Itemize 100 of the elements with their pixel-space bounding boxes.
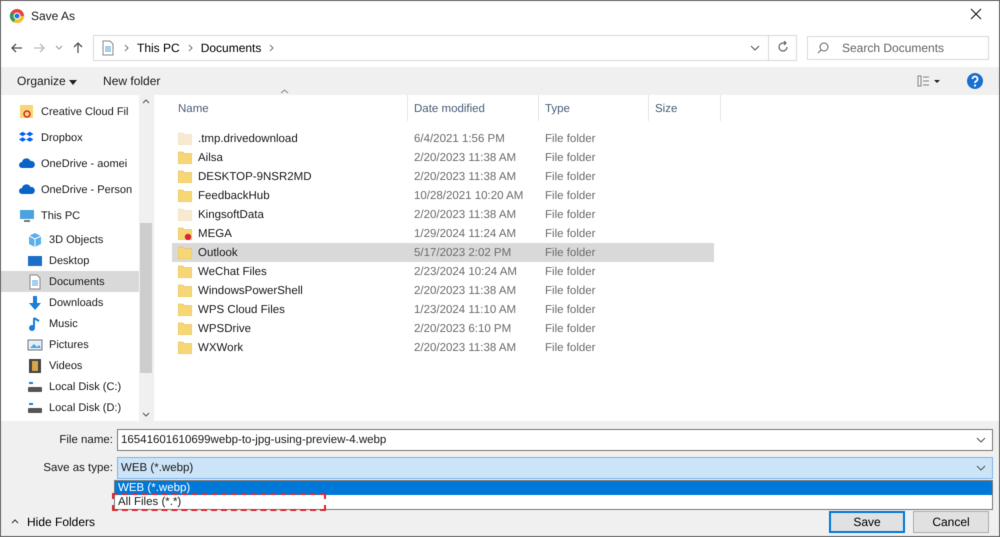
- chevron-right-icon: [124, 44, 129, 52]
- picture-icon: [27, 336, 43, 352]
- folder-icon: [178, 227, 192, 240]
- sidebar-item[interactable]: OneDrive - aomei: [1, 151, 139, 177]
- column-header[interactable]: Name: [172, 95, 408, 121]
- search-field[interactable]: Search Documents: [807, 36, 989, 60]
- file-name-label: File name:: [58, 434, 114, 446]
- address-bar[interactable]: This PC Documents: [93, 35, 797, 61]
- computer-icon: [19, 208, 35, 224]
- sort-up-icon: [280, 89, 289, 94]
- organize-menu[interactable]: Organize: [17, 74, 78, 88]
- file-row[interactable]: MEGA 1/29/2024 11:24 AM File folder: [172, 224, 714, 243]
- file-name: WeChat Files: [198, 266, 267, 278]
- new-folder-button[interactable]: New folder: [103, 74, 160, 88]
- save-type-dropdown[interactable]: WEB (*.webp): [117, 457, 993, 479]
- breadcrumb[interactable]: This PC: [137, 41, 180, 55]
- film-icon: [27, 358, 43, 374]
- cancel-button[interactable]: Cancel: [913, 511, 989, 533]
- file-name-field[interactable]: 16541601610699webp-to-jpg-using-preview-4.webp: [117, 429, 993, 451]
- folder-icon: [178, 132, 192, 145]
- file-row[interactable]: WPSDrive 2/20/2023 6:10 PM File folder: [172, 319, 714, 338]
- file-row[interactable]: DESKTOP-9NSR2MD 2/20/2023 11:38 AM File folder: [172, 167, 714, 186]
- date-cell-text: 2/20/2023 11:38 AM: [413, 342, 518, 354]
- type-cell-text: File folder: [544, 322, 596, 334]
- type-cell-text: File folder: [544, 284, 596, 296]
- file-name: MEGA: [198, 228, 232, 240]
- file-row[interactable]: WXWork 2/20/2023 11:38 AM File folder: [172, 338, 714, 357]
- dropdown-option[interactable]: WEB (*.webp): [115, 481, 992, 495]
- type-cell-text: File folder: [544, 304, 596, 316]
- file-row[interactable]: FeedbackHub 10/28/2021 10:20 AM File folder: [172, 186, 714, 205]
- sidebar-item[interactable]: Music: [1, 313, 139, 334]
- dropdown-option[interactable]: All Files (*.*): [115, 495, 992, 509]
- chevron-down-icon[interactable]: [750, 45, 760, 51]
- scroll-up-icon[interactable]: [142, 99, 150, 104]
- date-cell-text: 1/29/2024 11:24 AM: [413, 228, 518, 240]
- sidebar-item[interactable]: Documents: [1, 271, 139, 292]
- save-type-label: Save as type:: [42, 462, 114, 474]
- file-name: FeedbackHub: [198, 190, 270, 202]
- up-arrow-icon[interactable]: [73, 42, 83, 54]
- chevron-down-icon[interactable]: [976, 437, 986, 443]
- sidebar-item[interactable]: Downloads: [1, 292, 139, 313]
- refresh-icon: [776, 41, 788, 53]
- back-arrow-icon[interactable]: [11, 43, 23, 53]
- column-header[interactable]: Date modified: [408, 95, 539, 121]
- sidebar-item[interactable]: 3D Objects: [1, 229, 139, 250]
- file-name: WindowsPowerShell: [198, 284, 303, 296]
- date-cell-text: 1/23/2024 11:10 AM: [413, 304, 518, 316]
- cube-icon: [27, 232, 43, 248]
- type-cell-text: File folder: [544, 152, 596, 164]
- help-icon[interactable]: [967, 73, 983, 89]
- type-cell-text: File folder: [544, 132, 596, 144]
- folder-icon: [178, 246, 192, 259]
- folder-icon: [178, 189, 192, 202]
- sidebar-item[interactable]: Dropbox: [1, 125, 139, 151]
- file-name: DESKTOP-9NSR2MD: [198, 170, 312, 182]
- browser-logo-icon: [9, 8, 25, 24]
- file-row[interactable]: Outlook 5/17/2023 2:02 PM File folder: [172, 243, 714, 262]
- window-title: Save As: [31, 9, 76, 23]
- date-cell-text: 6/4/2021 1:56 PM: [413, 132, 506, 144]
- file-row[interactable]: WPS Cloud Files 1/23/2024 11:10 AM File folder: [172, 300, 714, 319]
- column-header[interactable]: Type: [539, 95, 649, 121]
- breadcrumb[interactable]: Documents: [200, 41, 262, 55]
- file-row[interactable]: KingsoftData 2/20/2023 11:38 AM File folder: [172, 205, 714, 224]
- file-row[interactable]: WindowsPowerShell 2/20/2023 11:38 AM File folder: [172, 281, 714, 300]
- save-button[interactable]: Save: [829, 511, 905, 533]
- type-cell-text: File folder: [544, 246, 596, 258]
- date-cell-text: 2/20/2023 6:10 PM: [413, 322, 512, 334]
- file-name: WPSDrive: [198, 322, 252, 334]
- file-row[interactable]: Ailsa 2/20/2023 11:38 AM File folder: [172, 148, 714, 167]
- file-row[interactable]: WeChat Files 2/23/2024 10:24 AM File folder: [172, 262, 714, 281]
- chevron-down-icon[interactable]: [976, 465, 986, 471]
- sidebar-item[interactable]: Desktop: [1, 250, 139, 271]
- sidebar-item[interactable]: Pictures: [1, 334, 139, 355]
- chevron-right-icon: [188, 44, 193, 52]
- sidebar-item[interactable]: Local Disk (D:): [1, 397, 139, 418]
- caret-icon: [69, 80, 78, 85]
- cloud-files-icon: [19, 104, 35, 120]
- type-cell-text: File folder: [544, 266, 596, 278]
- scroll-down-icon[interactable]: [142, 412, 150, 417]
- folder-icon: [178, 265, 192, 278]
- sidebar-item[interactable]: This PC: [1, 203, 139, 229]
- type-cell-text: File folder: [544, 342, 596, 354]
- date-cell-text: 2/20/2023 11:38 AM: [413, 284, 518, 296]
- file-name: WPS Cloud Files: [198, 304, 285, 316]
- sidebar-item[interactable]: OneDrive - Person: [1, 177, 139, 203]
- column-header[interactable]: Size: [649, 95, 721, 121]
- sidebar-item[interactable]: Local Disk (C:): [1, 376, 139, 397]
- hide-folders-button[interactable]: Hide Folders: [11, 515, 96, 529]
- date-cell-text: 10/28/2021 10:20 AM: [413, 190, 524, 202]
- sidebar-item[interactable]: Videos: [1, 355, 139, 376]
- chevron-right-icon: [269, 44, 274, 52]
- view-options-icon[interactable]: [917, 75, 941, 87]
- folder-icon: [178, 341, 192, 354]
- file-row[interactable]: .tmp.drivedownload 6/4/2021 1:56 PM File folder: [172, 129, 714, 148]
- date-cell-text: 2/20/2023 11:38 AM: [413, 208, 518, 220]
- folder-icon: [178, 284, 192, 297]
- chevron-up-icon: [11, 519, 19, 524]
- type-cell-text: File folder: [544, 208, 596, 220]
- sidebar-item[interactable]: Creative Cloud Fil: [1, 99, 139, 125]
- date-cell-text: 2/20/2023 11:38 AM: [413, 170, 518, 182]
